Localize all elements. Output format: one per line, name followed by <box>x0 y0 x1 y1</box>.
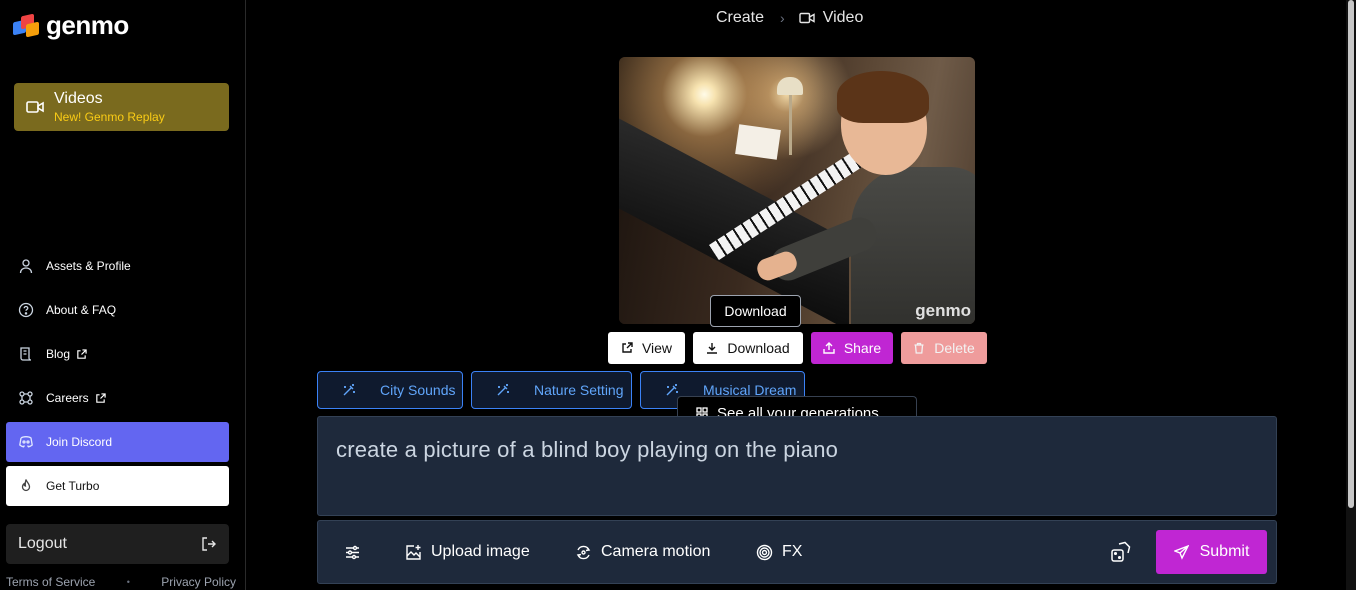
external-link-icon <box>95 392 106 403</box>
submit-label: Submit <box>1199 543 1250 560</box>
sidebar-item-label: Join Discord <box>46 435 113 449</box>
sidebar-item-label: Assets & Profile <box>46 259 131 273</box>
camera-orbit-icon <box>576 545 591 559</box>
user-icon <box>19 259 33 274</box>
share-button[interactable]: Share <box>811 332 893 364</box>
sidebar-item-label: Blog <box>46 347 71 361</box>
download-label: Download <box>727 340 790 356</box>
preview-sheet-music <box>735 124 781 160</box>
download-tooltip: Download <box>710 295 801 327</box>
brand-name: genmo <box>46 10 129 40</box>
discord-icon <box>19 436 33 448</box>
videos-card-text: Videos New! Genmo Replay <box>54 90 165 125</box>
preview-lamp-stem <box>789 95 792 155</box>
genmo-logo-icon <box>12 12 40 40</box>
sidebar-item-blog[interactable]: Blog <box>6 334 229 374</box>
sidebar-item-about-faq[interactable]: About & FAQ <box>6 290 229 330</box>
spiral-icon <box>756 544 773 560</box>
video-camera-icon <box>799 12 815 24</box>
sidebar-item-label: Careers <box>46 391 89 405</box>
breadcrumb-create[interactable]: Create <box>716 9 764 27</box>
sliders-icon <box>346 545 359 559</box>
logout-label: Logout <box>18 535 67 552</box>
videos-nav-card[interactable]: Videos New! Genmo Replay <box>14 83 229 131</box>
delete-label: Delete <box>934 340 975 356</box>
page-scrollbar[interactable] <box>1346 0 1356 590</box>
magic-wand-icon <box>666 384 678 396</box>
breadcrumb: Create › Video <box>716 8 863 28</box>
suggestion-label: Nature Setting <box>534 382 624 398</box>
breadcrumb-separator: › <box>780 10 785 26</box>
delete-button[interactable]: Delete <box>901 332 987 364</box>
suggestion-chip-nature-setting[interactable]: Nature Setting <box>471 371 632 409</box>
upload-image-label: Upload image <box>431 543 530 560</box>
legal-separator: • <box>126 577 130 587</box>
logout-button[interactable]: Logout <box>6 524 229 564</box>
breadcrumb-video: Video <box>822 9 864 26</box>
sidebar-item-join-discord[interactable]: Join Discord <box>6 422 229 462</box>
logout-icon <box>202 537 216 551</box>
trash-icon <box>914 342 924 354</box>
fx-label: FX <box>782 543 803 560</box>
prompt-text: create a picture of a blind boy playing … <box>336 437 839 462</box>
randomize-button[interactable] <box>1110 521 1132 583</box>
grid-icon <box>696 407 708 416</box>
brand-logo[interactable]: genmo <box>12 10 129 41</box>
sidebar-item-assets-profile[interactable]: Assets & Profile <box>6 246 229 286</box>
view-label: View <box>641 340 673 356</box>
sidebar-item-label: Get Turbo <box>46 479 100 493</box>
share-label: Share <box>843 340 882 356</box>
camera-motion-button[interactable]: Camera motion <box>575 521 710 583</box>
see-all-label: See all your generations <box>717 405 879 416</box>
download-icon <box>707 343 718 354</box>
suggestion-chip-city-sounds[interactable]: City Sounds <box>317 371 463 409</box>
scrollbar-thumb[interactable] <box>1348 0 1354 508</box>
terms-link[interactable]: Terms of Service <box>6 575 95 589</box>
flame-icon <box>21 479 31 492</box>
preview-lamp <box>777 77 803 95</box>
prompt-textarea[interactable]: create a picture of a blind boy playing … <box>317 416 1277 516</box>
careers-icon <box>19 391 33 405</box>
privacy-link[interactable]: Privacy Policy <box>161 575 236 589</box>
magic-wand-icon <box>343 384 355 396</box>
fx-button[interactable]: FX <box>756 521 802 583</box>
question-circle-icon <box>18 302 34 318</box>
external-link-icon <box>77 348 87 359</box>
settings-button[interactable] <box>344 521 370 583</box>
preview-boy-hair <box>837 71 929 123</box>
sidebar: genmo Videos New! Genmo Replay Assets & … <box>0 0 246 590</box>
download-button[interactable]: Download <box>693 332 803 364</box>
videos-card-title: Videos <box>54 89 103 107</box>
sidebar-item-careers[interactable]: Careers <box>6 378 229 418</box>
suggestion-label: City Sounds <box>380 382 456 398</box>
sidebar-nav: Assets & Profile About & FAQ Blog Career… <box>6 246 229 510</box>
videos-card-subtitle: New! Genmo Replay <box>54 109 165 124</box>
app: genmo Videos New! Genmo Replay Assets & … <box>0 0 1356 590</box>
send-icon <box>1173 544 1189 560</box>
sidebar-item-label: About & FAQ <box>46 303 117 317</box>
video-camera-icon <box>26 101 44 113</box>
view-button[interactable]: View <box>608 332 685 364</box>
image-plus-icon <box>406 544 421 560</box>
share-icon <box>823 342 835 354</box>
prompt-toolbar: Upload image Camera motion FX Submit <box>317 520 1277 584</box>
generated-video-preview[interactable]: genmo <box>619 57 975 324</box>
dice-icon <box>1111 541 1131 562</box>
external-link-icon <box>622 342 633 353</box>
upload-image-button[interactable]: Upload image <box>405 521 530 583</box>
magic-wand-icon <box>497 384 509 396</box>
genmo-watermark: genmo <box>915 301 971 320</box>
legal-links: Terms of Service • Privacy Policy <box>6 575 236 589</box>
submit-button[interactable]: Submit <box>1156 530 1267 574</box>
see-all-generations-button[interactable]: See all your generations <box>677 396 917 416</box>
camera-motion-label: Camera motion <box>601 543 711 560</box>
scroll-icon <box>20 347 32 361</box>
sidebar-item-get-turbo[interactable]: Get Turbo <box>6 466 229 506</box>
